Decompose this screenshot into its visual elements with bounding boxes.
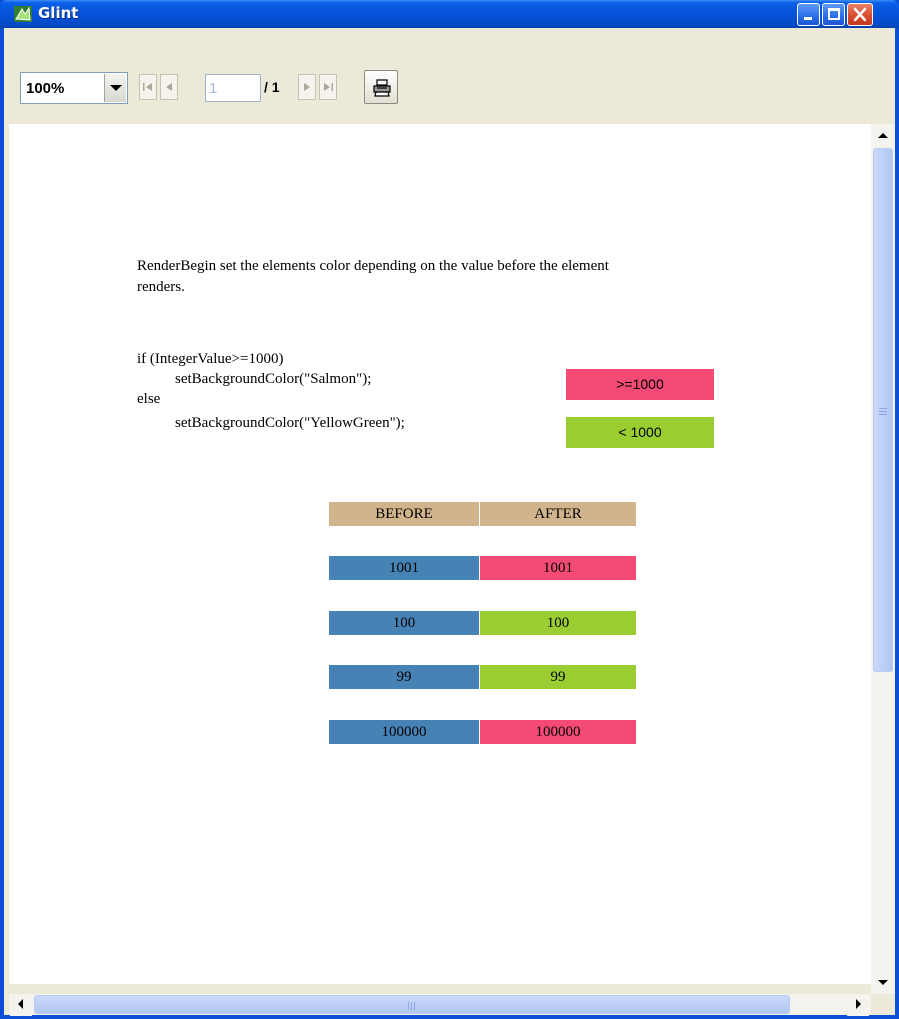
close-button[interactable] [847,3,873,26]
chevron-down-icon [110,85,122,91]
code-line-4: setBackgroundColor("YellowGreen"); [175,415,405,431]
window-frame-bottom [0,1015,899,1019]
zoom-dropdown-button[interactable] [104,74,126,102]
arrow-up-icon [878,133,888,138]
intro-text-line1: RenderBegin set the elements color depen… [137,258,609,274]
scroll-right-button[interactable] [847,994,869,1016]
scroll-left-button[interactable] [10,994,32,1016]
zoom-value: 100% [26,80,65,97]
table-row-1-after: 1001 [480,556,636,580]
maximize-icon [828,8,840,20]
document-viewport: RenderBegin set the elements color depen… [9,124,871,984]
horizontal-scroll-thumb[interactable] [34,995,790,1014]
title-bar[interactable]: Glint [0,0,899,28]
legend-low-box: < 1000 [566,417,714,448]
next-page-icon [304,83,310,91]
minimize-button[interactable] [797,3,820,26]
table-row-3-after: 99 [480,665,636,689]
grip-line [411,1002,412,1010]
print-icon [373,79,391,97]
first-page-icon [143,83,152,91]
maximize-button[interactable] [822,3,845,26]
table-header-before: BEFORE [329,502,479,526]
toolbar: 100% / 1 [4,28,895,122]
table-row-3-before: 99 [329,665,479,689]
table-row-4-after: 100000 [480,720,636,744]
prev-page-button[interactable] [160,74,178,100]
grip-line [879,414,887,415]
page-total-label: / 1 [264,79,280,95]
table-row-2-after: 100 [480,611,636,635]
scroll-down-button[interactable] [872,972,894,994]
legend-high-box: >=1000 [566,369,714,400]
prev-page-icon [166,83,172,91]
table-row-4-before: 100000 [329,720,479,744]
minimize-icon [804,17,812,20]
grip-line [879,408,887,409]
glint-app-icon [14,6,32,22]
grip-line [408,1002,409,1010]
code-line-1: if (IntegerValue>=1000) [137,351,284,367]
code-line-3: else [137,391,161,407]
page-number-input[interactable] [206,75,260,101]
arrow-down-icon [878,980,888,985]
intro-text-line2: renders. [137,279,185,295]
horizontal-scrollbar[interactable] [9,994,871,1016]
print-button[interactable] [364,70,398,104]
vertical-scrollbar[interactable] [871,124,895,1000]
grip-line [414,1002,415,1010]
last-page-icon [324,83,333,91]
table-row-2-before: 100 [329,611,479,635]
table-row-1-before: 1001 [329,556,479,580]
client-area: 100% / 1 [4,28,895,1016]
last-page-button[interactable] [319,74,337,100]
grip-line [879,411,887,412]
arrow-left-icon [18,999,23,1009]
scroll-corner [871,994,895,1015]
vertical-scroll-thumb[interactable] [873,148,893,672]
window-title: Glint [38,4,79,22]
code-line-2: setBackgroundColor("Salmon"); [175,371,372,387]
close-icon [853,7,867,22]
zoom-select[interactable]: 100% [20,72,128,104]
next-page-button[interactable] [298,74,316,100]
page-number-field[interactable] [205,74,261,102]
first-page-button[interactable] [139,74,157,100]
table-header-after: AFTER [480,502,636,526]
arrow-right-icon [856,999,861,1009]
scroll-up-button[interactable] [872,125,894,147]
window-frame-right [895,28,899,1019]
app-window: Glint 100% 1 / 1 RenderBegin set the ele… [0,0,899,1019]
